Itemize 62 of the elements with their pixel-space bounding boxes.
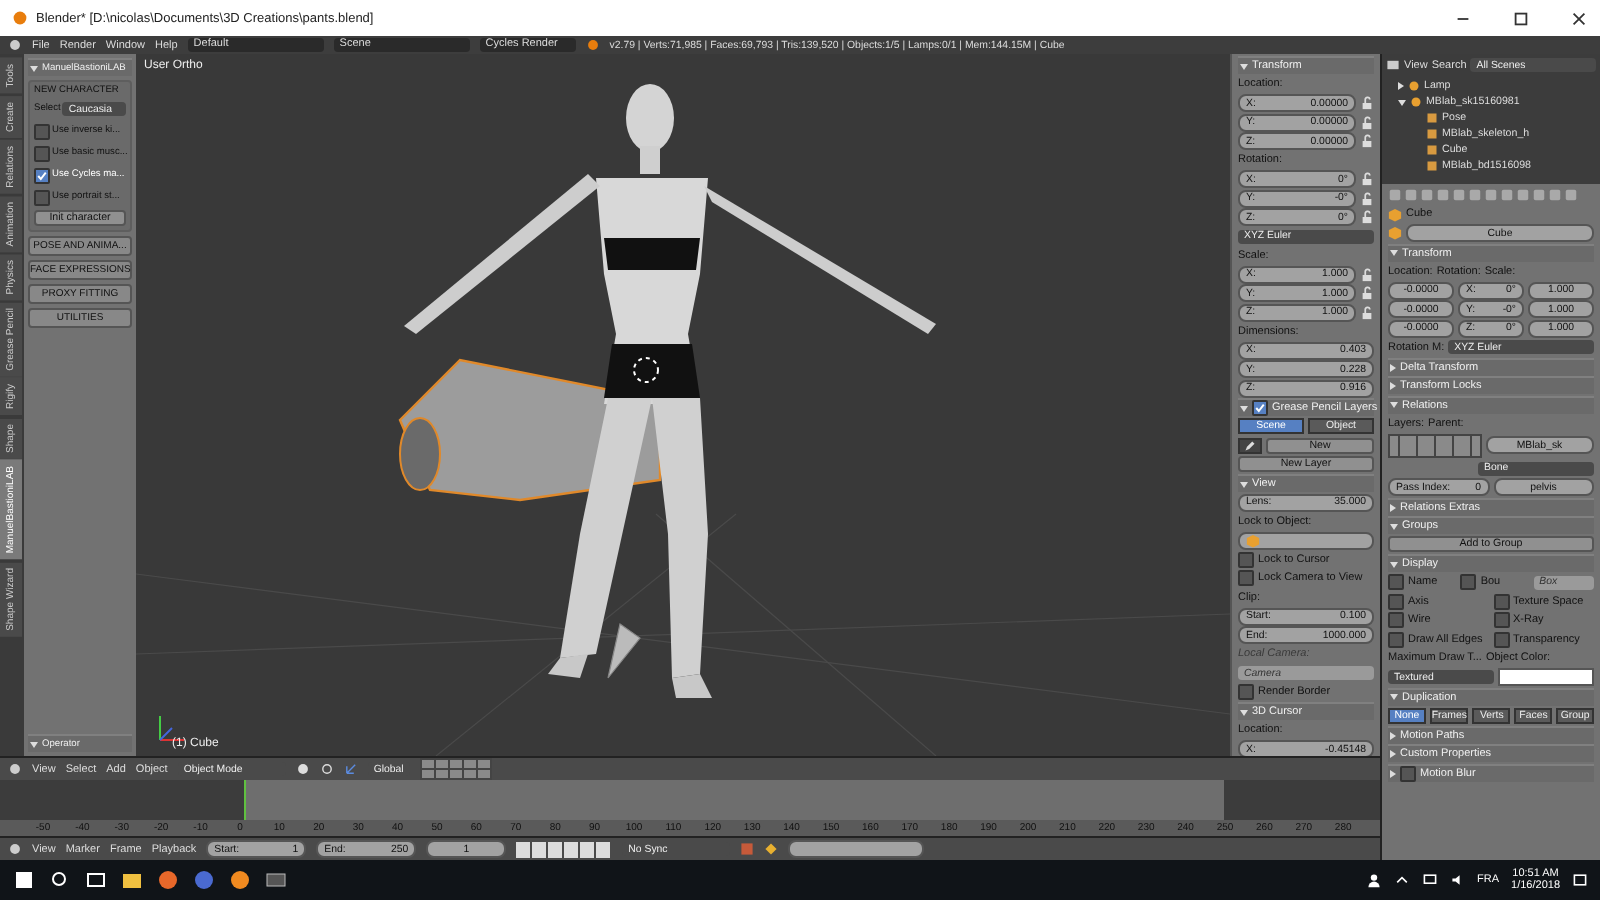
network-icon[interactable] <box>1421 872 1438 888</box>
padlock-icon[interactable] <box>1360 115 1374 129</box>
padlock-icon[interactable] <box>1360 267 1374 281</box>
terminal-icon[interactable] <box>264 868 288 892</box>
padlock-icon[interactable] <box>1360 210 1374 224</box>
padlock-icon[interactable] <box>1360 286 1374 300</box>
notification-icon[interactable] <box>1572 872 1588 888</box>
axis-gizmo-icon <box>159 715 185 741</box>
start-icon[interactable] <box>12 868 36 892</box>
keying-icon[interactable] <box>764 842 779 856</box>
checkbox[interactable] <box>1400 765 1416 781</box>
layer-buttons[interactable] <box>1388 433 1481 458</box>
checkbox[interactable] <box>1238 551 1254 567</box>
checkbox[interactable] <box>1238 570 1254 586</box>
person-icon[interactable] <box>1365 872 1382 888</box>
shading-icon[interactable] <box>295 762 310 776</box>
checkbox[interactable] <box>1252 400 1268 416</box>
checkbox[interactable] <box>1388 631 1404 647</box>
checkbox[interactable] <box>1388 574 1404 590</box>
pivot-icon[interactable] <box>319 762 334 776</box>
app-icon <box>12 10 28 26</box>
editor-type-icon[interactable] <box>8 762 22 776</box>
checkbox[interactable] <box>1493 612 1509 628</box>
checkbox[interactable] <box>1238 684 1254 700</box>
expand-icon[interactable] <box>1398 82 1404 90</box>
padlock-icon[interactable] <box>1360 134 1374 148</box>
checkbox[interactable] <box>1460 574 1477 590</box>
checkbox[interactable] <box>34 167 50 183</box>
color-swatch[interactable] <box>1497 668 1594 686</box>
padlock-icon[interactable] <box>1360 172 1374 186</box>
checkbox[interactable] <box>34 145 50 161</box>
pencil-button[interactable] <box>1238 437 1262 453</box>
editor-type-icon[interactable] <box>1386 58 1400 72</box>
checkbox[interactable] <box>1388 593 1404 609</box>
cube-icon <box>1246 533 1260 547</box>
padlock-icon[interactable] <box>1360 96 1374 110</box>
record-icon[interactable] <box>740 842 755 856</box>
padlock-icon[interactable] <box>1360 191 1374 205</box>
checkbox[interactable] <box>34 189 50 205</box>
expand-icon[interactable] <box>1398 99 1406 105</box>
padlock-icon[interactable] <box>1360 305 1374 319</box>
volume-icon[interactable] <box>1449 872 1466 888</box>
close-icon[interactable] <box>1570 9 1588 27</box>
checkbox[interactable] <box>1388 612 1404 628</box>
3d-cursor-icon <box>633 357 659 383</box>
checkbox[interactable] <box>1493 593 1509 609</box>
cone-drawing <box>607 623 641 679</box>
keying-set-field[interactable] <box>788 840 925 858</box>
checkbox[interactable] <box>1493 631 1509 647</box>
search-icon[interactable] <box>48 868 72 892</box>
checkbox[interactable] <box>34 123 50 139</box>
current-frame-line[interactable] <box>243 780 247 820</box>
editor-type-icon[interactable] <box>8 38 22 52</box>
folder-icon[interactable] <box>120 868 144 892</box>
chevron-up-icon[interactable] <box>1393 872 1410 888</box>
maximize-icon[interactable] <box>1512 9 1530 27</box>
taskview-icon[interactable] <box>84 868 108 892</box>
playback-controls-icon[interactable] <box>516 841 613 857</box>
manipulator-icon[interactable] <box>343 762 358 776</box>
editor-type-icon[interactable] <box>8 842 22 856</box>
object-field[interactable] <box>1238 531 1374 549</box>
layer-buttons[interactable] <box>419 758 493 780</box>
